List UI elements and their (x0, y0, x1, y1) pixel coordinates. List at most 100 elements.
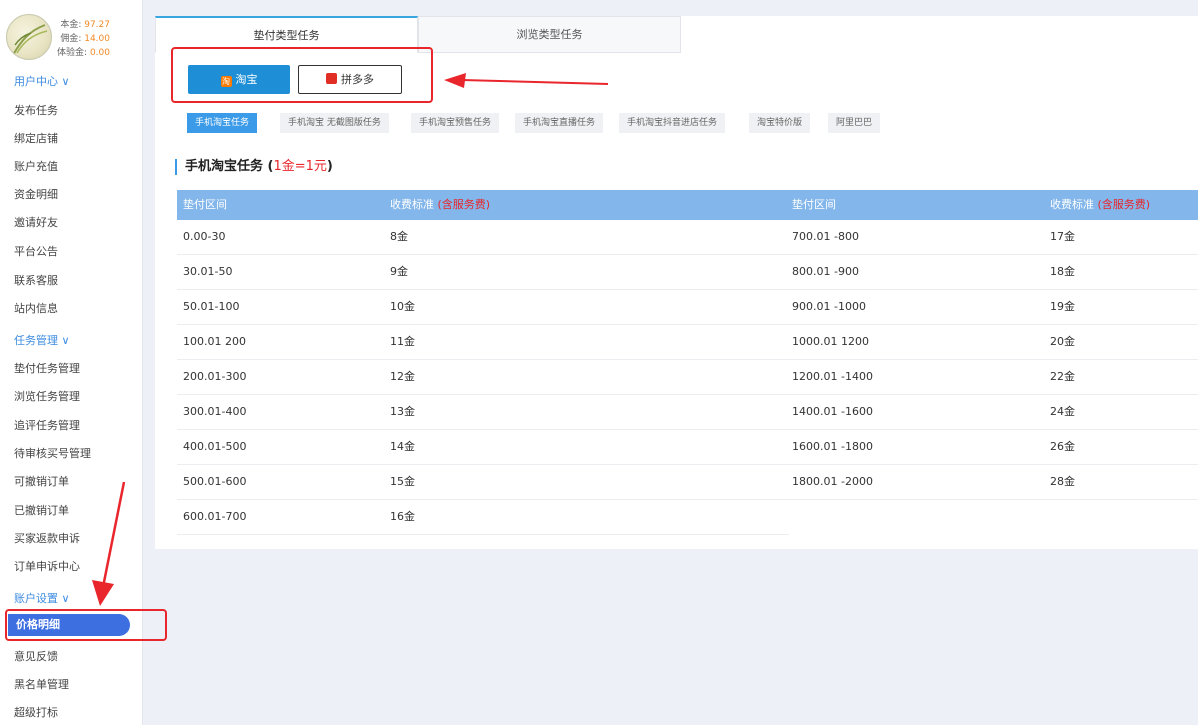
header-fee-left: 收费标准 (含服务费) (390, 190, 490, 220)
nav-item-order-appeal-center[interactable]: 订单申诉中心 (14, 558, 80, 574)
table-row: 1200.01 -1400 22金 (789, 360, 1198, 395)
table-row: 600.01-700 16金 (177, 500, 789, 535)
subtab-alibaba[interactable]: 阿里巴巴 (828, 113, 881, 133)
fee-cell: 10金 (390, 300, 415, 313)
pinduoduo-platform-button[interactable]: 拼多多 (298, 65, 402, 94)
range-cell: 400.01-500 (183, 440, 247, 453)
nav-section-account-settings[interactable]: 账户设置 ∨ (14, 590, 70, 606)
trial-value: 0.00 (89, 48, 110, 58)
fee-cell: 18金 (1050, 265, 1075, 278)
avatar[interactable] (6, 14, 52, 60)
nav-item-blacklist-mgmt[interactable]: 黑名单管理 (14, 676, 69, 692)
nav-item-invite-friends[interactable]: 邀请好友 (14, 214, 58, 230)
table-row: 30.01-50 9金 (177, 255, 789, 290)
fee-cell: 16金 (390, 510, 415, 523)
nav-item-revocable-orders[interactable]: 可撤销订单 (14, 473, 69, 489)
fee-cell: 14金 (390, 440, 415, 453)
fee-cell: 9金 (390, 265, 408, 278)
table-row: 900.01 -1000 19金 (789, 290, 1198, 325)
principal-value: 97.27 (84, 20, 110, 30)
section-title: 手机淘宝任务 (1金=1元) (175, 159, 333, 175)
header-fee-left-label: 收费标准 (390, 198, 434, 211)
nav-item-super-tagging[interactable]: 超级打标 (14, 704, 58, 720)
nav-item-advance-task-mgmt[interactable]: 垫付任务管理 (14, 360, 80, 376)
table-row: 800.01 -900 18金 (789, 255, 1198, 290)
table-row: 200.01-300 12金 (177, 360, 789, 395)
commission-value: 14.00 (84, 34, 110, 44)
profile-card: 本金: 97.27 佣金: 14.00 体验金: 0.00 (4, 14, 140, 66)
nav-item-fund-details[interactable]: 资金明细 (14, 186, 58, 202)
commission-stat: 佣金: 14.00 (60, 31, 110, 44)
range-cell: 800.01 -900 (792, 265, 859, 278)
range-cell: 100.01 200 (183, 335, 246, 348)
annotation-arrow-left-icon (444, 73, 609, 88)
table-rows-left: 0.00-30 8金 30.01-50 9金 50.01-100 10金 100.01… (177, 220, 789, 535)
pinduoduo-label: 拼多多 (341, 73, 374, 86)
subtab-mobile-taobao[interactable]: 手机淘宝任务 (187, 113, 258, 133)
table-header: 垫付区间 收费标准 (含服务费) 垫付区间 收费标准 (含服务费) (177, 190, 1198, 220)
fee-cell: 20金 (1050, 335, 1075, 348)
range-cell: 600.01-700 (183, 510, 247, 523)
range-cell: 0.00-30 (183, 230, 226, 243)
subtab-mobile-taobao-live[interactable]: 手机淘宝直播任务 (515, 113, 604, 133)
table-row: 1800.01 -2000 28金 (789, 465, 1198, 500)
nav-item-bind-store[interactable]: 绑定店铺 (14, 130, 58, 146)
tab-browse-tasks[interactable]: 浏览类型任务 (418, 16, 681, 53)
trial-label: 体验金: (57, 48, 88, 58)
exchange-rate-text: 1金=1元 (273, 159, 327, 174)
header-range-right: 垫付区间 (792, 198, 836, 211)
table-row: 0.00-30 8金 (177, 220, 789, 255)
price-details-panel: 垫付类型任务 浏览类型任务 淘淘宝 拼多多 手机淘宝任务 手机淘宝 无截图版任务… (155, 16, 1198, 549)
fee-cell: 24金 (1050, 405, 1075, 418)
nav-item-feedback[interactable]: 意见反馈 (14, 648, 58, 664)
table-row: 1000.01 1200 20金 (789, 325, 1198, 360)
subtab-mobile-taobao-douyin[interactable]: 手机淘宝抖音进店任务 (619, 113, 726, 133)
fee-cell: 17金 (1050, 230, 1075, 243)
nav-item-recharge[interactable]: 账户充值 (14, 158, 58, 174)
range-cell: 900.01 -1000 (792, 300, 866, 313)
table-row: 700.01 -800 17金 (789, 220, 1198, 255)
nav-item-revoked-orders[interactable]: 已撤销订单 (14, 502, 69, 518)
range-cell: 50.01-100 (183, 300, 240, 313)
nav-item-pending-buyer-accounts[interactable]: 待审核买号管理 (14, 445, 91, 461)
table-row: 500.01-600 15金 (177, 465, 789, 500)
nav-item-followup-review-mgmt[interactable]: 追评任务管理 (14, 417, 80, 433)
nav-item-buyer-refund-appeal[interactable]: 买家返款申诉 (14, 530, 80, 546)
section-title-text: 手机淘宝任务 ( (185, 159, 274, 174)
range-cell: 30.01-50 (183, 265, 233, 278)
fee-cell: 19金 (1050, 300, 1075, 313)
fee-cell: 11金 (390, 335, 415, 348)
range-cell: 1600.01 -1800 (792, 440, 873, 453)
nav-section-user-center[interactable]: 用户中心 ∨ (14, 73, 70, 89)
table-row: 300.01-400 13金 (177, 395, 789, 430)
fee-cell: 26金 (1050, 440, 1075, 453)
table-rows-right: 700.01 -800 17金 800.01 -900 18金 900.01 -10… (789, 220, 1198, 500)
taobao-platform-button[interactable]: 淘淘宝 (188, 65, 290, 94)
principal-label: 本金: (60, 20, 82, 30)
nav-item-browse-task-mgmt[interactable]: 浏览任务管理 (14, 388, 80, 404)
trial-stat: 体验金: 0.00 (57, 45, 110, 58)
table-row: 400.01-500 14金 (177, 430, 789, 465)
subtab-taobao-special[interactable]: 淘宝特价版 (749, 113, 811, 133)
range-cell: 700.01 -800 (792, 230, 859, 243)
fee-cell: 8金 (390, 230, 408, 243)
subtab-mobile-taobao-presale[interactable]: 手机淘宝预售任务 (411, 113, 500, 133)
subtab-mobile-taobao-no-screenshot[interactable]: 手机淘宝 无截图版任务 (280, 113, 389, 133)
nav-item-announcements[interactable]: 平台公告 (14, 243, 58, 259)
table-row: 1400.01 -1600 24金 (789, 395, 1198, 430)
fee-cell: 12金 (390, 370, 415, 383)
commission-label: 佣金: (60, 34, 82, 44)
header-fee-right-note: (含服务费) (1097, 198, 1151, 211)
nav-item-publish-task[interactable]: 发布任务 (14, 102, 58, 118)
header-fee-left-note: (含服务费) (437, 198, 491, 211)
principal-stat: 本金: 97.27 (60, 17, 110, 30)
header-fee-right-label: 收费标准 (1050, 198, 1094, 211)
range-cell: 1000.01 1200 (792, 335, 869, 348)
range-cell: 1400.01 -1600 (792, 405, 873, 418)
fee-cell: 13金 (390, 405, 415, 418)
nav-item-messages[interactable]: 站内信息 (14, 300, 58, 316)
nav-section-task-management[interactable]: 任务管理 ∨ (14, 332, 70, 348)
nav-item-contact-support[interactable]: 联系客服 (14, 272, 58, 288)
taobao-label: 淘宝 (235, 73, 258, 86)
header-fee-right: 收费标准 (含服务费) (1050, 190, 1150, 220)
